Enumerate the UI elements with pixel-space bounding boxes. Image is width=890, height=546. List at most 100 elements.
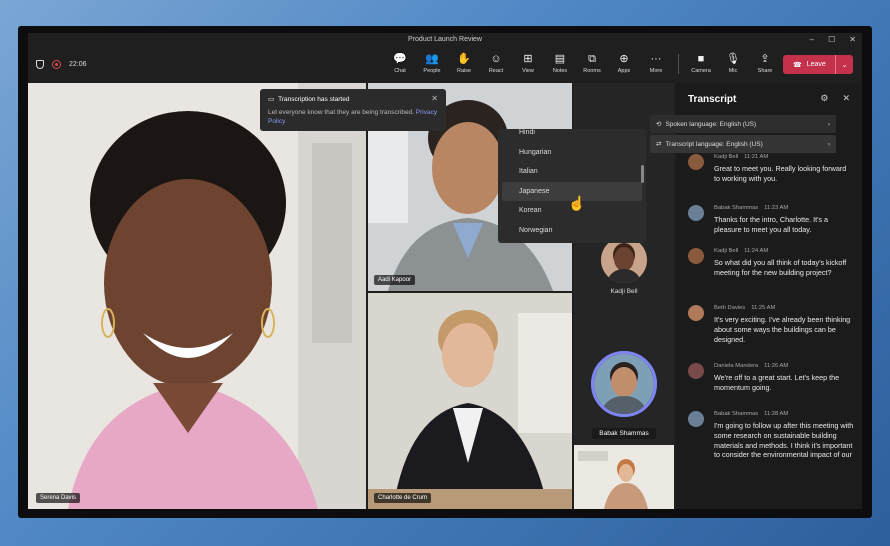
video-tile-main[interactable]: Serena Davis bbox=[28, 83, 366, 509]
notice-title: Transcription has started bbox=[278, 95, 350, 103]
react-label: React bbox=[488, 68, 504, 74]
notice-body: Let everyone know that they are being tr… bbox=[268, 109, 414, 116]
react-button[interactable]: ☺ React bbox=[480, 53, 512, 75]
message-meta: Beth Davies 11:25 AM bbox=[714, 305, 775, 311]
name-tag-bottom: Charlotte de Crum bbox=[374, 493, 432, 503]
share-button[interactable]: ⇪ Share bbox=[749, 54, 781, 75]
video-tile-bottom[interactable]: Charlotte de Crum bbox=[368, 293, 572, 509]
avatar[interactable] bbox=[688, 248, 704, 264]
language-option-norwegian[interactable]: Norwegian bbox=[502, 221, 642, 241]
more-button[interactable]: ··· More bbox=[640, 53, 672, 75]
avatar[interactable] bbox=[688, 411, 704, 427]
raise-button[interactable]: ✋ Raise bbox=[448, 54, 480, 75]
avatar[interactable] bbox=[688, 154, 704, 170]
message-author: Babak Shammas bbox=[714, 205, 759, 211]
apps-icon: ⊕ bbox=[619, 53, 629, 65]
view-icon: ⊞ bbox=[523, 53, 533, 65]
toolbar-divider bbox=[678, 54, 679, 74]
chevron-right-icon: › bbox=[827, 120, 830, 128]
leave-label: Leave bbox=[806, 61, 826, 68]
close-panel-icon[interactable]: ✕ bbox=[842, 93, 850, 104]
message-time: 11:23 AM bbox=[764, 205, 789, 211]
avatar[interactable] bbox=[688, 363, 704, 379]
kadji-avatar-image bbox=[601, 237, 647, 283]
notice-close-icon[interactable]: ✕ bbox=[431, 94, 438, 103]
transcript-message: Daniela Mandera 11:26 AM We're off to a gr… bbox=[688, 363, 860, 413]
message-meta: Daniela Mandera 11:26 AM bbox=[714, 363, 788, 369]
avatar[interactable] bbox=[688, 205, 704, 221]
video-tile-thumbnail[interactable] bbox=[574, 445, 674, 509]
transcript-message: Babak Shammas 11:28 AM I'm going to follow… bbox=[688, 411, 860, 459]
recording-icon bbox=[52, 59, 61, 69]
avatar-kadji[interactable] bbox=[601, 237, 647, 283]
transcript-message: Kadji Bell 11:24 AM So what did you all th… bbox=[688, 248, 860, 298]
language-option-italian[interactable]: Italian bbox=[502, 162, 642, 182]
avatar-babak[interactable] bbox=[591, 351, 657, 417]
rooms-button[interactable]: ⧉ Rooms bbox=[576, 53, 608, 75]
camera-button[interactable]: ■ Camera bbox=[685, 54, 717, 75]
people-button[interactable]: 👥 People bbox=[416, 54, 448, 75]
message-author: Daniela Mandera bbox=[714, 363, 759, 369]
rooms-icon: ⧉ bbox=[588, 53, 596, 65]
charlotte-video bbox=[368, 293, 572, 509]
window-title: Product Launch Review bbox=[408, 36, 482, 43]
transcription-notice: ▭ Transcription has started Let everyone… bbox=[260, 89, 446, 131]
message-author: Kadji Bell bbox=[714, 154, 739, 160]
more-icon: ··· bbox=[650, 53, 662, 65]
chat-label: Chat bbox=[394, 68, 406, 74]
chevron-right-icon: › bbox=[827, 140, 830, 148]
message-meta: Babak Shammas 11:23 AM bbox=[714, 205, 788, 211]
message-time: 11:21 AM bbox=[744, 154, 769, 160]
name-tag-main: Serena Davis bbox=[36, 493, 81, 503]
shield-icon bbox=[36, 59, 44, 69]
apps-button[interactable]: ⊕ Apps bbox=[608, 53, 640, 75]
view-button[interactable]: ⊞ View bbox=[512, 53, 544, 75]
mic-button[interactable]: 🎙 Mic bbox=[717, 54, 749, 75]
message-text: It's very exciting. I've already been th… bbox=[714, 315, 851, 344]
message-author: Kadji Bell bbox=[714, 248, 739, 254]
avatar[interactable] bbox=[688, 305, 704, 321]
dropdown-scrollbar[interactable] bbox=[641, 165, 644, 183]
message-meta: Kadji Bell 11:21 AM bbox=[714, 154, 768, 160]
message-meta: Kadji Bell 11:24 AM bbox=[714, 248, 768, 254]
react-icon: ☺ bbox=[490, 53, 502, 65]
spoken-language-row[interactable]: ⟲ Spoken language: English (US) › bbox=[650, 115, 836, 133]
people-label: People bbox=[423, 68, 441, 74]
language-option-hungarian[interactable]: Hungarian bbox=[502, 143, 642, 163]
transcript-icon: ▭ bbox=[268, 96, 275, 103]
message-text: So what did you all think of today's kic… bbox=[714, 258, 847, 277]
message-author: Babak Shammas bbox=[714, 411, 759, 417]
kadji-label: Kadji Bell bbox=[610, 288, 638, 295]
babak-avatar-image bbox=[594, 354, 654, 414]
notes-label: Notes bbox=[552, 68, 568, 74]
message-text: I'm going to follow up after this meetin… bbox=[714, 421, 854, 459]
transcript-title: Transcript bbox=[688, 94, 737, 105]
maximize-icon[interactable]: ☐ bbox=[828, 33, 835, 47]
minimize-icon[interactable]: – bbox=[810, 33, 814, 47]
title-bar: Product Launch Review – ☐ ✕ bbox=[28, 33, 862, 47]
language-dropdown: Hindi Hungarian Italian Japanese Korean Norwe… bbox=[498, 129, 646, 243]
camera-label: Camera bbox=[691, 68, 711, 74]
view-label: View bbox=[522, 68, 534, 74]
leave-button[interactable]: ☎ Leave ⌄ bbox=[783, 55, 853, 74]
transcript-language-row[interactable]: ⇄ Transcript language: English (US) › bbox=[650, 135, 836, 153]
message-time: 11:25 AM bbox=[751, 305, 776, 311]
thumbnail-video bbox=[574, 445, 674, 509]
raise-label: Raise bbox=[456, 68, 472, 74]
leave-options-chevron-icon[interactable]: ⌄ bbox=[835, 55, 853, 74]
message-time: 11:28 AM bbox=[764, 411, 789, 417]
transcript-message: Kadji Bell 11:21 AM Great to meet you. Rea… bbox=[688, 154, 860, 204]
transcript-language-icon: ⇄ bbox=[656, 141, 662, 148]
language-option-hindi[interactable]: Hindi bbox=[502, 129, 642, 143]
chat-button[interactable]: 💬 Chat bbox=[384, 53, 416, 75]
chat-icon: 💬 bbox=[393, 53, 407, 65]
more-label: More bbox=[649, 68, 663, 74]
close-window-icon[interactable]: ✕ bbox=[849, 33, 856, 47]
share-label: Share bbox=[757, 68, 773, 74]
notes-button[interactable]: ▤ Notes bbox=[544, 54, 576, 75]
rooms-label: Rooms bbox=[583, 68, 601, 74]
transcript-language-label: Transcript language: English (US) bbox=[665, 140, 763, 148]
message-author: Beth Davies bbox=[714, 305, 746, 311]
message-text: Thanks for the intro, Charlotte. It's a … bbox=[714, 215, 829, 234]
settings-gear-icon[interactable]: ⚙ bbox=[820, 93, 828, 104]
